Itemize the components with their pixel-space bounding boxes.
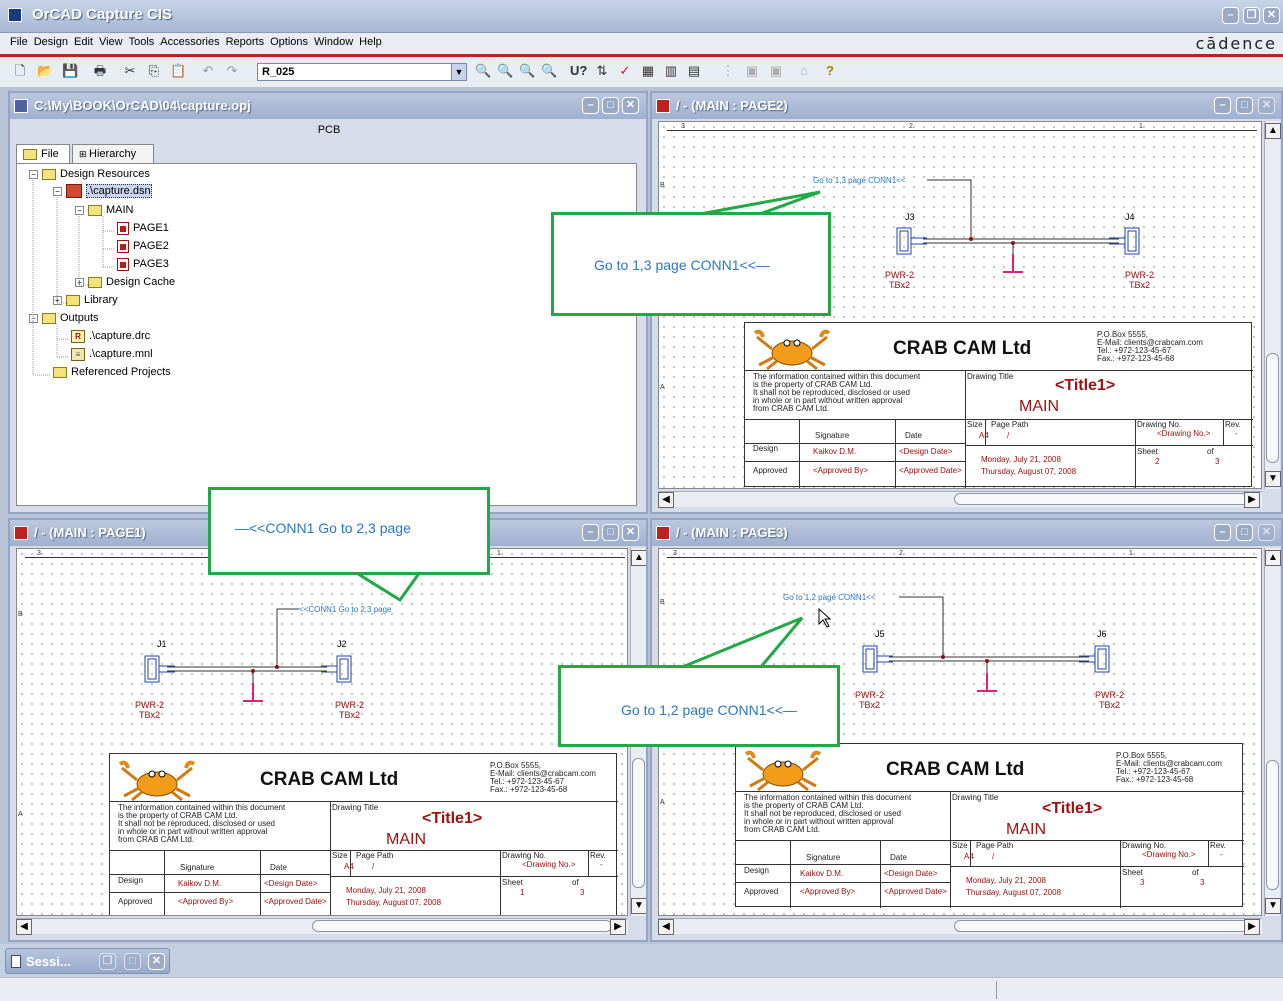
- callout-page2-offpage: Go to 1,3 page CONN1<<—: [551, 212, 831, 316]
- callout-text: —<<CONN1 Go to 2,3 page: [235, 520, 411, 536]
- session-maximize-button[interactable]: □: [124, 953, 141, 970]
- session-log-minimized[interactable]: Sessi... ❐ □ ✕: [5, 948, 170, 974]
- session-restore-button[interactable]: ❐: [99, 953, 116, 970]
- session-close-button[interactable]: ✕: [148, 953, 165, 970]
- status-bar: [0, 977, 1283, 1001]
- callout-page3-offpage: Go to 1,2 page CONN1<<—: [558, 665, 840, 747]
- session-log-icon: [11, 955, 21, 968]
- callout-pointers: [349, 190, 821, 670]
- mdi-taskbar: Sessi... ❐ □ ✕: [0, 944, 1283, 977]
- session-title: Sessi...: [26, 954, 71, 969]
- callout-text: Go to 1,3 page CONN1<<—: [594, 257, 770, 273]
- application-window: OrCAD Capture CIS – ❐ ✕ File Design Edit…: [0, 0, 1283, 1001]
- callout-text: Go to 1,2 page CONN1<<—: [621, 702, 797, 718]
- status-divider: [996, 981, 997, 999]
- callout-page1-offpage: —<<CONN1 Go to 2,3 page: [208, 487, 490, 575]
